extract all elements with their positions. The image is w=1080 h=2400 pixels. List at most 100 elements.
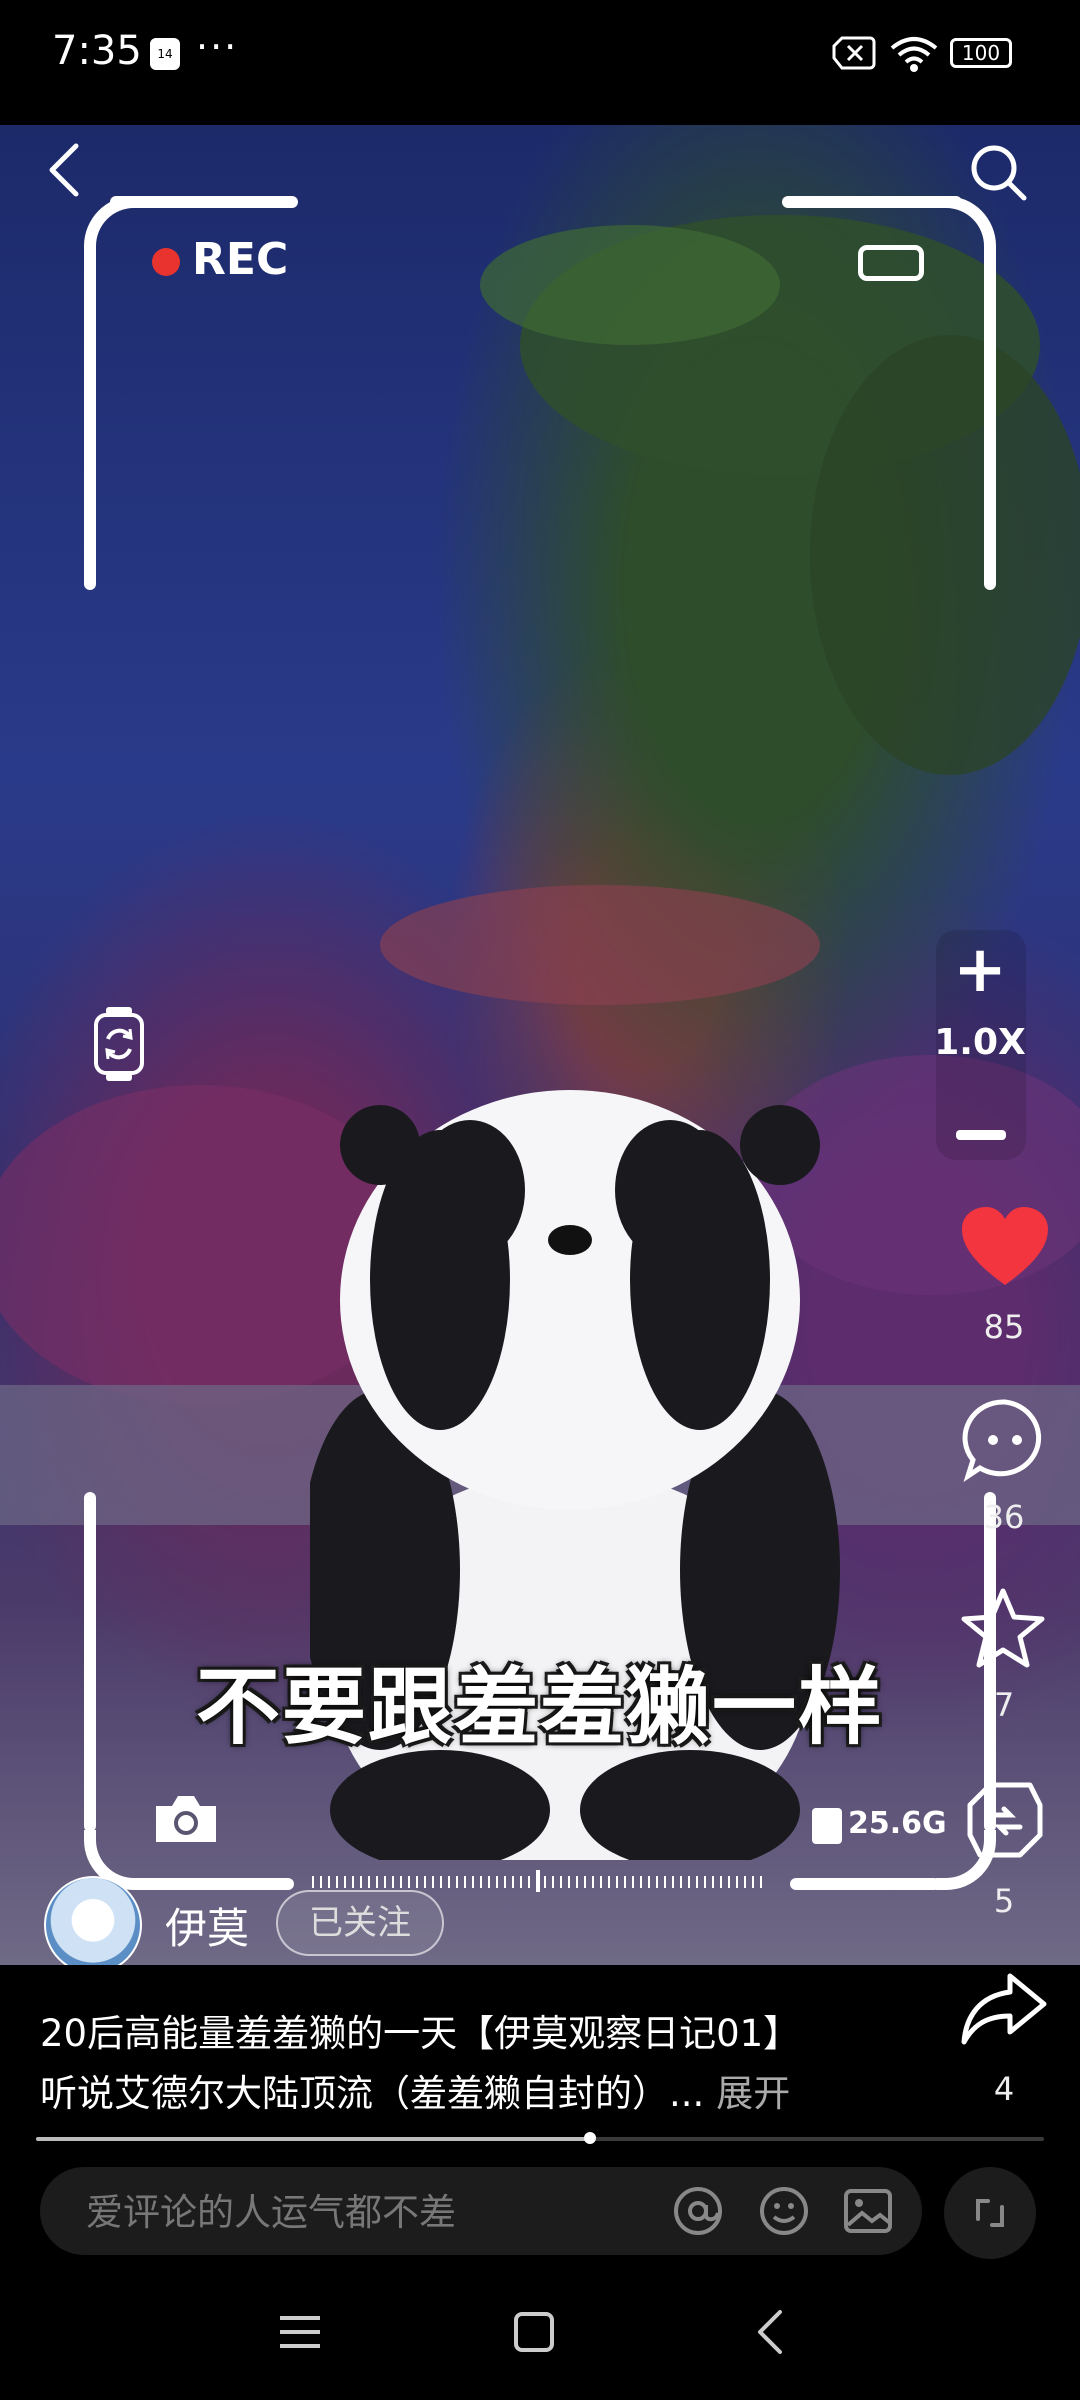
frame-corner-top-right-h <box>782 196 962 208</box>
expand-link[interactable]: 展开 <box>716 2072 790 2115</box>
no-sim-icon <box>832 36 876 70</box>
rec-indicator-icon <box>152 248 180 276</box>
post-title[interactable]: 20后高能量羞羞獭的一天【伊莫观察日记01】 <box>40 2003 800 2057</box>
timeline-tick <box>648 1876 650 1888</box>
zoom-level: 1.0X <box>934 1022 1026 1063</box>
storage-remaining: 25.6G <box>848 1806 947 1841</box>
timeline-tick <box>320 1876 322 1888</box>
timeline-tick <box>312 1876 314 1888</box>
back-arrow-icon[interactable] <box>40 140 90 200</box>
post-description-text: 听说艾德尔大陆顶流（羞羞獭自封的）... <box>40 2072 705 2115</box>
timeline-tick <box>472 1876 474 1888</box>
wifi-icon <box>890 37 938 72</box>
timeline-tick <box>712 1876 714 1888</box>
timeline-tick <box>576 1876 578 1888</box>
mention-at-icon[interactable] <box>672 2185 724 2237</box>
camera-battery-icon <box>858 245 924 281</box>
timeline-tick <box>488 1876 490 1888</box>
timeline-tick <box>512 1876 514 1888</box>
repost-count: 5 <box>993 1882 1015 1920</box>
timeline-tick <box>328 1876 330 1888</box>
camera-icon <box>156 1796 216 1842</box>
frame-corner-bottom-right-h <box>790 1878 940 1890</box>
follow-button[interactable]: 已关注 <box>276 1890 444 1956</box>
timeline-tick <box>384 1876 386 1888</box>
timeline-tick <box>496 1876 498 1888</box>
timeline-tick <box>696 1876 698 1888</box>
timeline-tick <box>552 1876 554 1888</box>
timeline-tick <box>416 1876 418 1888</box>
nav-menu-icon[interactable] <box>278 2312 322 2352</box>
sd-card-icon <box>812 1808 842 1844</box>
repost-icon[interactable] <box>960 1775 1050 1865</box>
rotate-camera-icon <box>94 1007 144 1081</box>
battery-icon: 100 <box>950 38 1012 68</box>
comment-count: 36 <box>983 1498 1025 1536</box>
timeline-tick <box>408 1876 410 1888</box>
timeline-tick <box>664 1876 666 1888</box>
timeline-tick <box>760 1876 762 1888</box>
timeline-tick <box>608 1876 610 1888</box>
timeline-tick <box>744 1876 746 1888</box>
zoom-out-button[interactable] <box>956 1130 1006 1140</box>
nav-home-icon[interactable] <box>512 2310 556 2354</box>
timeline-tick <box>376 1876 378 1888</box>
fullscreen-button[interactable] <box>944 2167 1036 2259</box>
timeline-tick <box>704 1876 706 1888</box>
timeline-tick <box>424 1876 426 1888</box>
timeline-tick <box>624 1876 626 1888</box>
emoji-icon[interactable] <box>758 2185 810 2237</box>
timeline-tick <box>336 1876 338 1888</box>
comment-bubble-icon[interactable] <box>960 1396 1050 1486</box>
timeline-tick <box>344 1876 346 1888</box>
timeline-tick <box>616 1876 618 1888</box>
status-time: 7:35 <box>52 28 142 74</box>
like-heart-icon[interactable] <box>960 1205 1050 1295</box>
timeline-tick <box>600 1876 602 1888</box>
timeline-tick <box>352 1876 354 1888</box>
video-progress-fill <box>36 2137 591 2141</box>
timeline-tick <box>360 1876 362 1888</box>
timeline-tick <box>456 1876 458 1888</box>
timeline-tick <box>720 1876 722 1888</box>
timeline-tick <box>680 1876 682 1888</box>
recording-timeline <box>312 1870 762 1892</box>
post-description[interactable]: 听说艾德尔大陆顶流（羞羞獭自封的）... 展开 <box>40 2063 790 2117</box>
nav-back-icon[interactable] <box>752 2308 788 2356</box>
frame-corner-top-left-v <box>84 240 96 590</box>
timeline-tick <box>544 1876 546 1888</box>
timeline-tick <box>728 1876 730 1888</box>
share-count: 4 <box>993 2070 1015 2108</box>
timeline-tick <box>504 1876 506 1888</box>
timeline-tick <box>568 1876 570 1888</box>
timeline-tick <box>584 1876 586 1888</box>
comment-input[interactable] <box>84 2167 648 2257</box>
timeline-tick <box>560 1876 562 1888</box>
timeline-tick <box>592 1876 594 1888</box>
like-count: 85 <box>983 1308 1025 1346</box>
timeline-tick <box>688 1876 690 1888</box>
timeline-tick <box>632 1876 634 1888</box>
author-name[interactable]: 伊莫 <box>165 1895 249 1956</box>
timeline-tick <box>528 1876 530 1888</box>
frame-corner-bottom-left-h <box>130 1878 294 1890</box>
more-notifications-icon: ··· <box>196 25 239 69</box>
expand-icon <box>976 2199 1004 2227</box>
zoom-in-button[interactable]: + <box>950 938 1010 1002</box>
timeline-tick <box>752 1876 754 1888</box>
timeline-tick <box>464 1876 466 1888</box>
timeline-tick <box>736 1876 738 1888</box>
timeline-tick <box>480 1876 482 1888</box>
timeline-tick <box>432 1876 434 1888</box>
share-arrow-icon[interactable] <box>958 1970 1048 2050</box>
video-subtitle: 不要跟羞羞獭一样 <box>195 1658 884 1756</box>
timeline-tick <box>536 1870 540 1892</box>
author-avatar[interactable] <box>44 1876 142 1974</box>
timeline-tick <box>368 1876 370 1888</box>
timeline-tick <box>400 1876 402 1888</box>
search-icon[interactable] <box>966 140 1030 204</box>
timeline-tick <box>656 1876 658 1888</box>
timeline-tick <box>440 1876 442 1888</box>
timeline-tick <box>640 1876 642 1888</box>
image-upload-icon[interactable] <box>842 2185 894 2237</box>
